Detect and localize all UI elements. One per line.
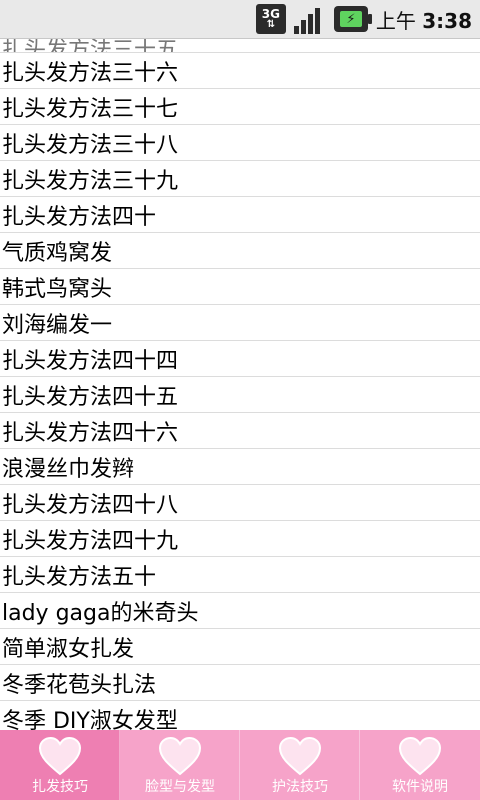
list-item[interactable]: 扎头发方法四十九 — [0, 521, 480, 557]
list-item-label: 扎头发方法四十四 — [2, 348, 179, 374]
list-item-label: 扎头发方法四十八 — [2, 492, 179, 518]
list-item[interactable]: 气质鸡窝发 — [0, 233, 480, 269]
list-item-label: 扎头发方法三十六 — [2, 60, 179, 86]
list-item[interactable]: 扎头发方法四十八 — [0, 485, 480, 521]
list-item-label: 扎头发方法四十五 — [2, 384, 179, 410]
list-item-label: 扎头发方法三十九 — [2, 168, 179, 194]
list-item-label: 韩式鸟窝头 — [2, 276, 113, 302]
heart-icon — [398, 736, 442, 776]
time-value: 3:38 — [422, 8, 472, 33]
network-label: 3G — [261, 6, 280, 21]
list-item-label: 扎头发方法四十九 — [2, 528, 179, 554]
heart-icon — [158, 736, 202, 776]
network-3g-icon: 3G ⇅ — [255, 4, 286, 34]
heart-icon — [38, 736, 82, 776]
list-item[interactable]: 冬季 DIY淑女发型 — [0, 701, 480, 731]
tab-label: 扎发技巧 — [32, 779, 88, 795]
list-item-label: 扎头发方法三十五 — [2, 39, 179, 53]
signal-strength-icon — [293, 4, 326, 34]
data-arrows-icon: ⇅ — [266, 18, 276, 30]
list-item-label: 扎头发方法三十八 — [2, 132, 179, 158]
tab-hair-tying-tips[interactable]: 扎发技巧 — [0, 730, 120, 800]
list-item[interactable]: 扎头发方法三十九 — [0, 161, 480, 197]
list-item[interactable]: 简单淑女扎发 — [0, 629, 480, 665]
list-item-label: 冬季花苞头扎法 — [2, 672, 157, 698]
list-item[interactable]: 扎头发方法四十 — [0, 197, 480, 233]
list-item[interactable]: 扎头发方法三十七 — [0, 89, 480, 125]
list-item-label: 扎头发方法四十 — [2, 204, 157, 230]
list-item[interactable]: 扎头发方法三十八 — [0, 125, 480, 161]
list-item-label: 简单淑女扎发 — [2, 636, 135, 662]
list-item-label: 冬季 DIY淑女发型 — [2, 708, 178, 731]
status-icons: 3G ⇅ ⚡ 上午 3:38 — [255, 0, 472, 38]
list-item-label: 浪漫丝巾发辫 — [2, 456, 135, 482]
list-item-label: 扎头发方法四十六 — [2, 420, 179, 446]
list-item[interactable]: 扎头发方法四十五 — [0, 377, 480, 413]
list-item[interactable]: 浪漫丝巾发辫 — [0, 449, 480, 485]
battery-charging-icon: ⚡ — [333, 6, 372, 32]
list-item[interactable]: lady gaga的米奇头 — [0, 593, 480, 629]
tab-software-info[interactable]: 软件说明 — [360, 730, 480, 800]
tab-label: 护法技巧 — [272, 779, 328, 795]
list-item[interactable]: 扎头发方法三十五 — [0, 39, 480, 53]
tab-label: 软件说明 — [392, 779, 448, 795]
heart-icon — [278, 736, 322, 776]
hairstyle-list[interactable]: 扎头发方法三十五 扎头发方法三十六 扎头发方法三十七 扎头发方法三十八 扎头发方… — [0, 39, 480, 730]
list-item-label: 气质鸡窝发 — [2, 240, 113, 266]
list-item[interactable]: 刘海编发一 — [0, 305, 480, 341]
list-item-label: 扎头发方法三十七 — [2, 96, 179, 122]
list-item[interactable]: 冬季花苞头扎法 — [0, 665, 480, 701]
list-item[interactable]: 扎头发方法四十六 — [0, 413, 480, 449]
list-item-label: lady gaga的米奇头 — [2, 600, 199, 626]
tab-face-shape-and-hairstyle[interactable]: 脸型与发型 — [120, 730, 240, 800]
list-item[interactable]: 韩式鸟窝头 — [0, 269, 480, 305]
list-item[interactable]: 扎头发方法五十 — [0, 557, 480, 593]
list-item-label: 扎头发方法五十 — [2, 564, 157, 590]
tab-hair-care-tips[interactable]: 护法技巧 — [240, 730, 360, 800]
list-item[interactable]: 扎头发方法三十六 — [0, 53, 480, 89]
bottom-tab-bar: 扎发技巧 脸型与发型 护法技巧 软件说明 — [0, 730, 480, 800]
list-item-label: 刘海编发一 — [2, 312, 113, 338]
clock: 上午 3:38 — [376, 5, 472, 34]
status-bar: 3G ⇅ ⚡ 上午 3:38 — [0, 0, 480, 39]
list-item[interactable]: 扎头发方法四十四 — [0, 341, 480, 377]
time-prefix: 上午 — [375, 8, 416, 33]
tab-label: 脸型与发型 — [145, 779, 215, 795]
